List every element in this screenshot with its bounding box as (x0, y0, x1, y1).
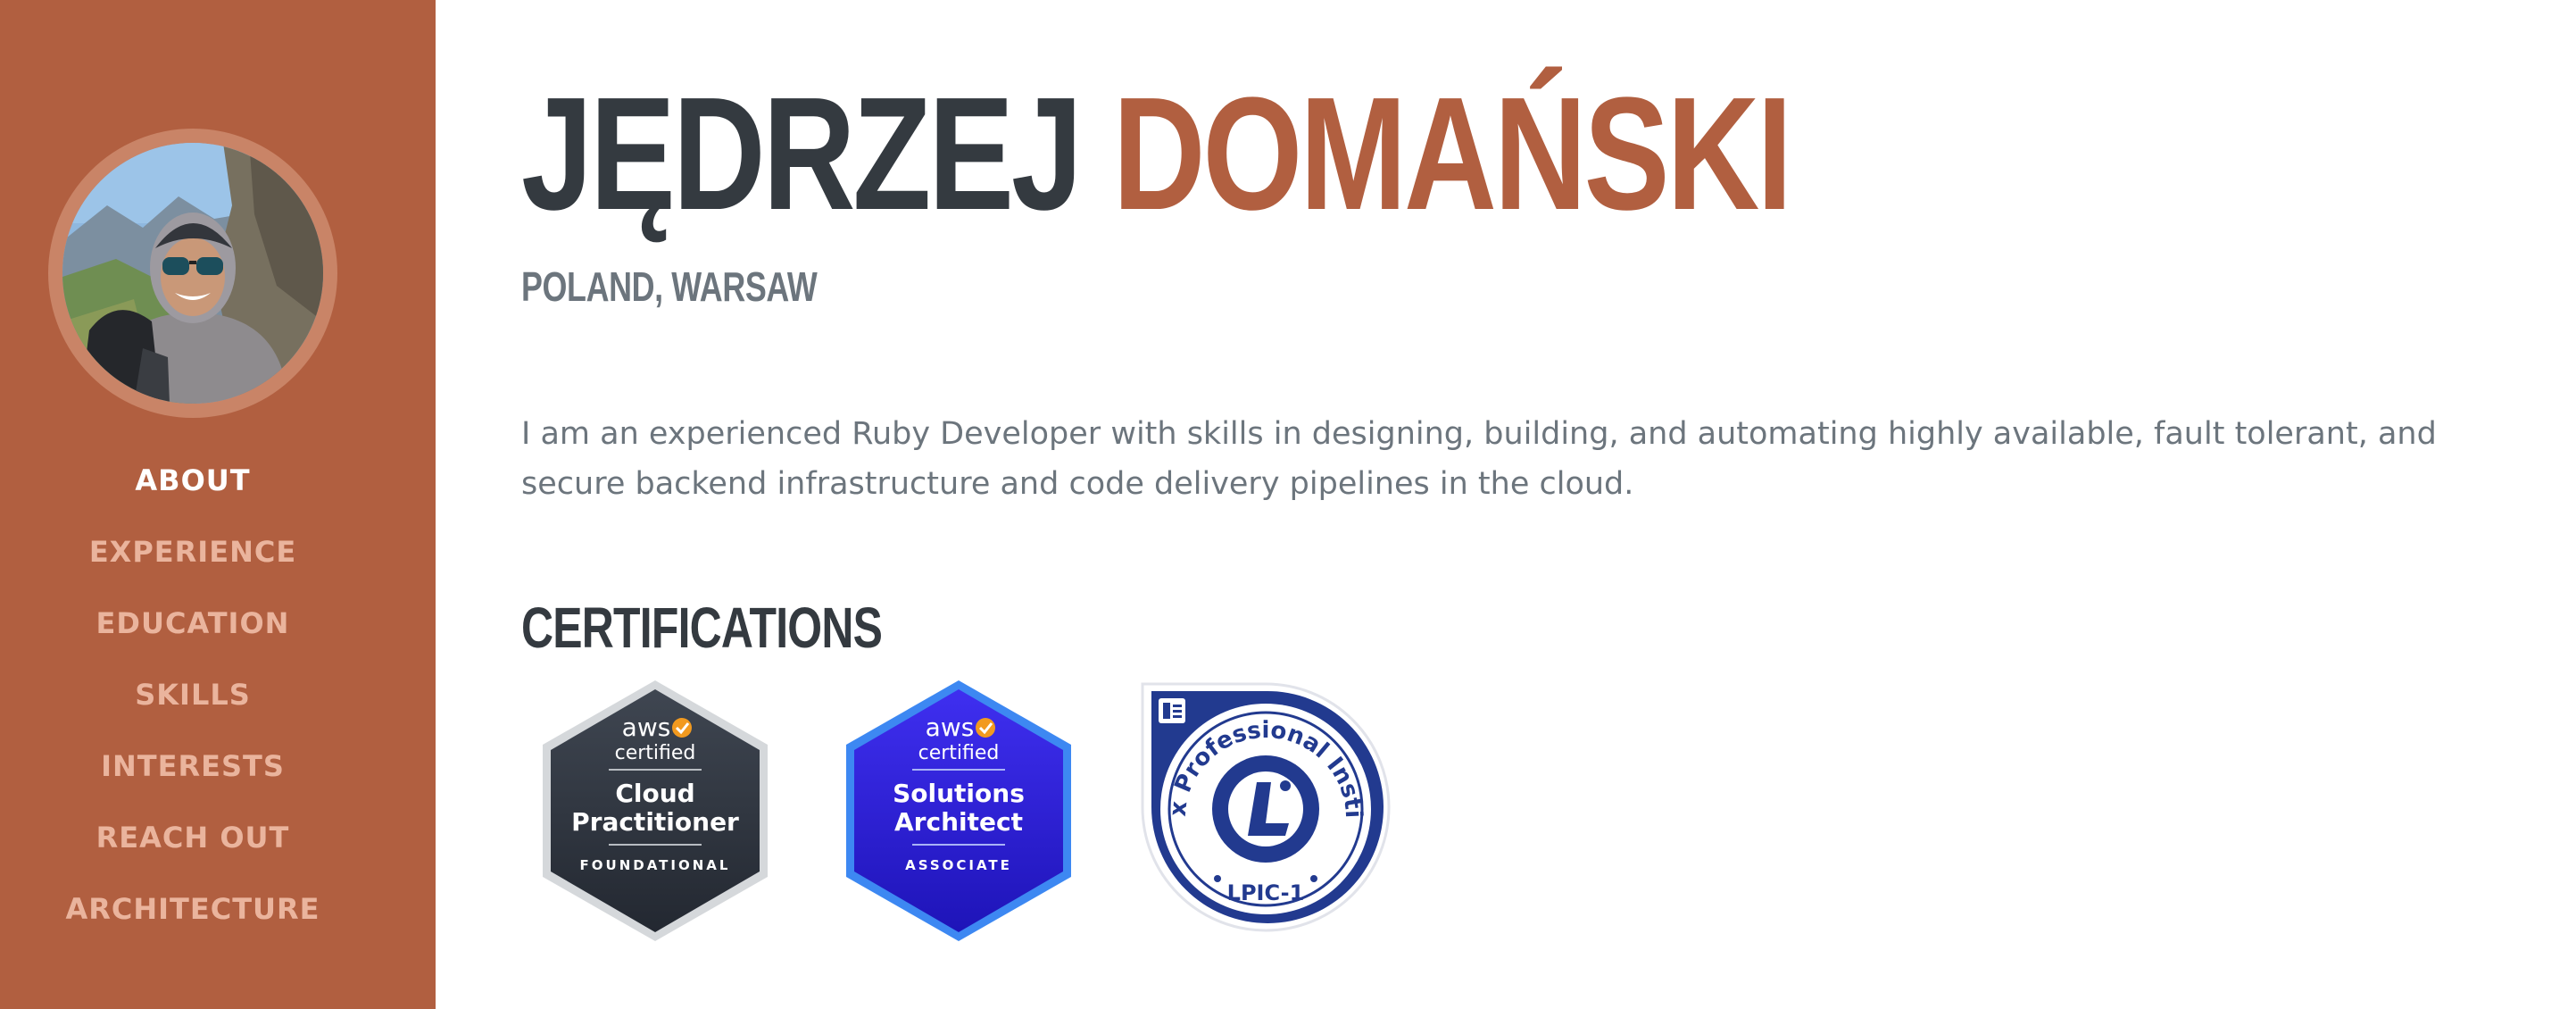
svg-text:Practitioner: Practitioner (571, 807, 739, 837)
sidebar: ABOUT EXPERIENCE EDUCATION SKILLS INTERE… (0, 0, 436, 1009)
lpic-1-badge[interactable]: Linux Professional Institute LPIC-1 (1124, 655, 1400, 946)
nav-item-about[interactable]: ABOUT (0, 457, 386, 529)
svg-text:Cloud: Cloud (615, 779, 694, 808)
first-name: JĘDRZEJ (521, 64, 1083, 244)
page-title: JĘDRZEJ DOMAŃSKI (521, 63, 1793, 246)
nav-item-skills[interactable]: SKILLS (0, 671, 386, 743)
nav-item-interests[interactable]: INTERESTS (0, 743, 386, 814)
svg-text:certified: certified (615, 742, 696, 764)
location: POLAND, WARSAW (521, 263, 818, 310)
svg-text:Architect: Architect (894, 807, 1023, 837)
aws-cloud-practitioner-badge[interactable]: aws certified Cloud Practitioner FOUNDAT… (541, 679, 769, 946)
aws-logo: aws (926, 713, 975, 742)
svg-text:Solutions: Solutions (893, 779, 1025, 808)
check-icon (672, 718, 692, 738)
intro-text: I am an experienced Ruby Developer with … (521, 416, 2437, 502)
nav-item-experience[interactable]: EXPERIENCE (0, 529, 386, 600)
profile-photo (62, 143, 323, 404)
last-name: DOMAŃSKI (1112, 64, 1793, 244)
svg-text:ASSOCIATE: ASSOCIATE (905, 857, 1012, 873)
nav-item-reach-out[interactable]: REACH OUT (0, 814, 386, 886)
nav-item-architecture[interactable]: ARCHITECTURE (0, 886, 386, 957)
avatar (48, 129, 337, 418)
nav-item-education[interactable]: EDUCATION (0, 600, 386, 671)
aws-solutions-architect-badge[interactable]: aws certified Solutions Architect ASSOCI… (844, 679, 1073, 946)
svg-text:FOUNDATIONAL: FOUNDATIONAL (580, 857, 731, 873)
certifications-heading: CERTIFICATIONS (521, 596, 883, 660)
check-icon (976, 718, 995, 738)
svg-text:certified: certified (918, 742, 1000, 764)
sidebar-nav: ABOUT EXPERIENCE EDUCATION SKILLS INTERE… (0, 457, 386, 957)
svg-text:LPIC-1: LPIC-1 (1227, 880, 1305, 905)
aws-logo: aws (622, 713, 671, 742)
